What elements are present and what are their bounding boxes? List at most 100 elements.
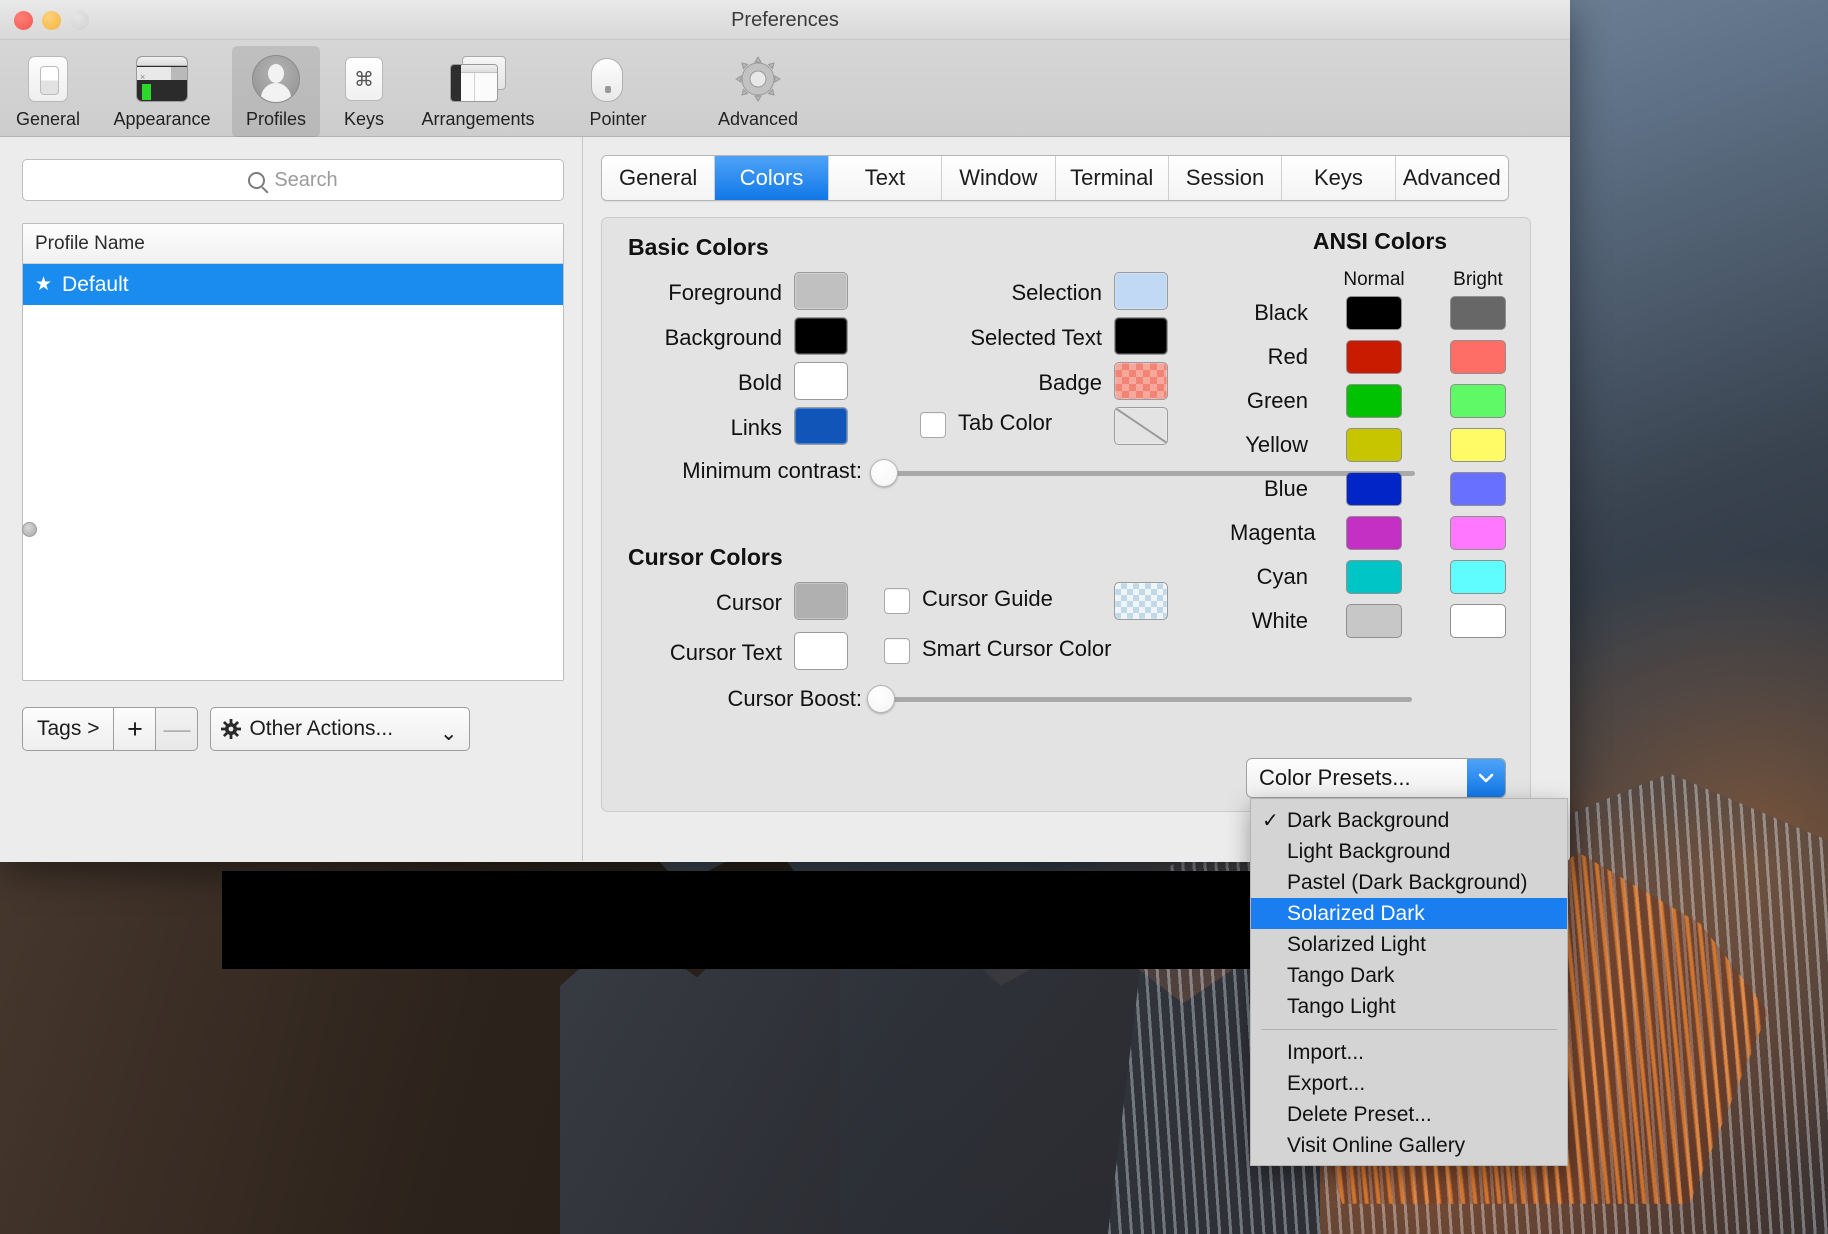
ansi-swatch-red-normal[interactable] xyxy=(1346,340,1402,374)
toolbar-label-advanced: Advanced xyxy=(717,109,799,129)
ansi-swatch-black-normal[interactable] xyxy=(1346,296,1402,330)
slider-knob[interactable] xyxy=(870,459,898,487)
swatch-links[interactable] xyxy=(794,407,848,445)
ansi-swatch-black-bright[interactable] xyxy=(1450,296,1506,330)
label-smart-cursor-color: Smart Cursor Color xyxy=(922,636,1112,661)
ansi-swatch-white-normal[interactable] xyxy=(1346,604,1402,638)
swatch-badge[interactable] xyxy=(1114,362,1168,400)
ansi-label-blue: Blue xyxy=(1263,476,1308,501)
search-input[interactable]: Search xyxy=(22,159,564,201)
menu-item-tango-dark[interactable]: Tango Dark xyxy=(1251,960,1567,991)
swatch-selection[interactable] xyxy=(1114,272,1168,310)
ansi-swatch-red-bright[interactable] xyxy=(1450,340,1506,374)
toolbar-item-arrangements[interactable]: Arrangements xyxy=(408,46,548,134)
menu-item-delete-preset[interactable]: Delete Preset... xyxy=(1251,1099,1567,1130)
ansi-swatch-yellow-bright[interactable] xyxy=(1450,428,1506,462)
swatch-cursor-text[interactable] xyxy=(794,632,848,670)
tab-text[interactable]: Text xyxy=(828,156,943,200)
tags-button[interactable]: Tags > xyxy=(22,707,115,751)
ansi-cell-bright xyxy=(1426,604,1530,638)
ansi-cell-normal xyxy=(1322,340,1426,374)
menu-item-pastel-dark-background[interactable]: Pastel (Dark Background) xyxy=(1251,867,1567,898)
tab-colors[interactable]: Colors xyxy=(715,156,829,200)
toolbar-item-appearance[interactable]: × Appearance xyxy=(92,46,232,134)
ansi-colors-title: ANSI Colors xyxy=(1312,228,1448,254)
swatch-foreground[interactable] xyxy=(794,272,848,310)
label-cursor-guide: Cursor Guide xyxy=(922,586,1053,611)
menu-item-tango-light[interactable]: Tango Light xyxy=(1251,991,1567,1022)
slider-knob[interactable] xyxy=(867,685,895,713)
menu-item-import[interactable]: Import... xyxy=(1251,1037,1567,1068)
menu-separator xyxy=(1261,1029,1557,1030)
ansi-swatch-yellow-normal[interactable] xyxy=(1346,428,1402,462)
tab-window[interactable]: Window xyxy=(942,156,1056,200)
color-presets-control: Color Presets... Dark BackgroundLight Ba… xyxy=(1246,758,1568,1166)
ansi-cell-bright xyxy=(1426,384,1530,418)
ansi-swatch-green-bright[interactable] xyxy=(1450,384,1506,418)
menu-item-light-background[interactable]: Light Background xyxy=(1251,836,1567,867)
remove-profile-button[interactable]: — xyxy=(156,707,199,751)
ansi-swatch-magenta-normal[interactable] xyxy=(1346,516,1402,550)
search-placeholder: Search xyxy=(274,168,338,191)
toolbar-item-keys[interactable]: ⌘ Keys xyxy=(320,46,408,134)
ansi-swatch-cyan-normal[interactable] xyxy=(1346,560,1402,594)
chevron-down-icon[interactable] xyxy=(1467,759,1505,797)
window-titlebar: Preferences xyxy=(0,0,1570,40)
label-minimum-contrast: Minimum contrast: xyxy=(682,458,862,483)
tab-general[interactable]: General xyxy=(602,156,716,200)
pane-resize-handle[interactable] xyxy=(22,522,37,537)
swatch-selected-text[interactable] xyxy=(1114,317,1168,355)
ansi-swatch-green-normal[interactable] xyxy=(1346,384,1402,418)
color-presets-label: Color Presets... xyxy=(1259,765,1411,790)
toolbar-item-pointer[interactable]: Pointer xyxy=(548,46,688,134)
tab-keys[interactable]: Keys xyxy=(1282,156,1396,200)
table-row[interactable]: ★ Default xyxy=(23,264,563,305)
label-cursor-text: Cursor Text xyxy=(669,640,782,665)
swatch-tab-color[interactable] xyxy=(1114,407,1168,445)
keys-icon: ⌘ xyxy=(345,52,383,106)
profiles-table: Profile Name ★ Default xyxy=(22,223,564,681)
ansi-label-green: Green xyxy=(1246,388,1308,413)
preferences-content: Search Profile Name ★ Default Tags > + — xyxy=(0,137,1570,861)
swatch-cursor-guide[interactable] xyxy=(1114,582,1168,620)
swatch-cursor[interactable] xyxy=(794,582,848,620)
checkbox-tab-color[interactable] xyxy=(920,412,946,438)
ansi-swatch-magenta-bright[interactable] xyxy=(1450,516,1506,550)
ansi-swatch-blue-bright[interactable] xyxy=(1450,472,1506,506)
ansi-label-red: Red xyxy=(1267,344,1308,369)
color-presets-button[interactable]: Color Presets... xyxy=(1246,758,1506,798)
ansi-cell-normal xyxy=(1322,560,1426,594)
tab-terminal[interactable]: Terminal xyxy=(1055,156,1169,200)
checkbox-cursor-guide[interactable] xyxy=(884,588,910,614)
toolbar-item-profiles[interactable]: Profiles xyxy=(232,46,320,137)
checkbox-smart-cursor-color[interactable] xyxy=(884,638,910,664)
close-button[interactable] xyxy=(14,11,33,30)
menu-item-solarized-dark[interactable]: Solarized Dark xyxy=(1251,898,1567,929)
other-actions-button[interactable]: Other Actions... ⌄ xyxy=(210,707,471,751)
tab-advanced[interactable]: Advanced xyxy=(1395,156,1508,200)
pointer-icon xyxy=(591,52,645,106)
menu-item-export[interactable]: Export... xyxy=(1251,1068,1567,1099)
menu-item-dark-background[interactable]: Dark Background xyxy=(1251,805,1567,836)
ansi-swatch-cyan-bright[interactable] xyxy=(1450,560,1506,594)
minimize-button[interactable] xyxy=(42,11,61,30)
ansi-cell-normal xyxy=(1322,516,1426,550)
menu-item-solarized-light[interactable]: Solarized Light xyxy=(1251,929,1567,960)
swatch-bold[interactable] xyxy=(794,362,848,400)
toolbar-item-general[interactable]: General xyxy=(4,46,92,134)
ansi-column-headers: Normal Bright xyxy=(1230,269,1530,291)
tab-session[interactable]: Session xyxy=(1168,156,1283,200)
ansi-swatch-white-bright[interactable] xyxy=(1450,604,1506,638)
ansi-row-black: Black xyxy=(1230,291,1530,335)
zoom-button[interactable] xyxy=(70,11,89,30)
ansi-row-yellow: Yellow xyxy=(1230,423,1530,467)
swatch-background[interactable] xyxy=(794,317,848,355)
toolbar-item-advanced[interactable]: Advanced xyxy=(688,46,828,134)
ansi-cell-bright xyxy=(1426,296,1530,330)
menu-item-visit-online-gallery[interactable]: Visit Online Gallery xyxy=(1251,1130,1567,1161)
add-profile-button[interactable]: + xyxy=(114,707,157,751)
appearance-icon: × xyxy=(136,52,188,106)
label-selected-text: Selected Text xyxy=(970,325,1102,350)
ansi-swatch-blue-normal[interactable] xyxy=(1346,472,1402,506)
profiles-toolbar: Tags > + — Other Actions... ⌄ xyxy=(22,707,471,751)
